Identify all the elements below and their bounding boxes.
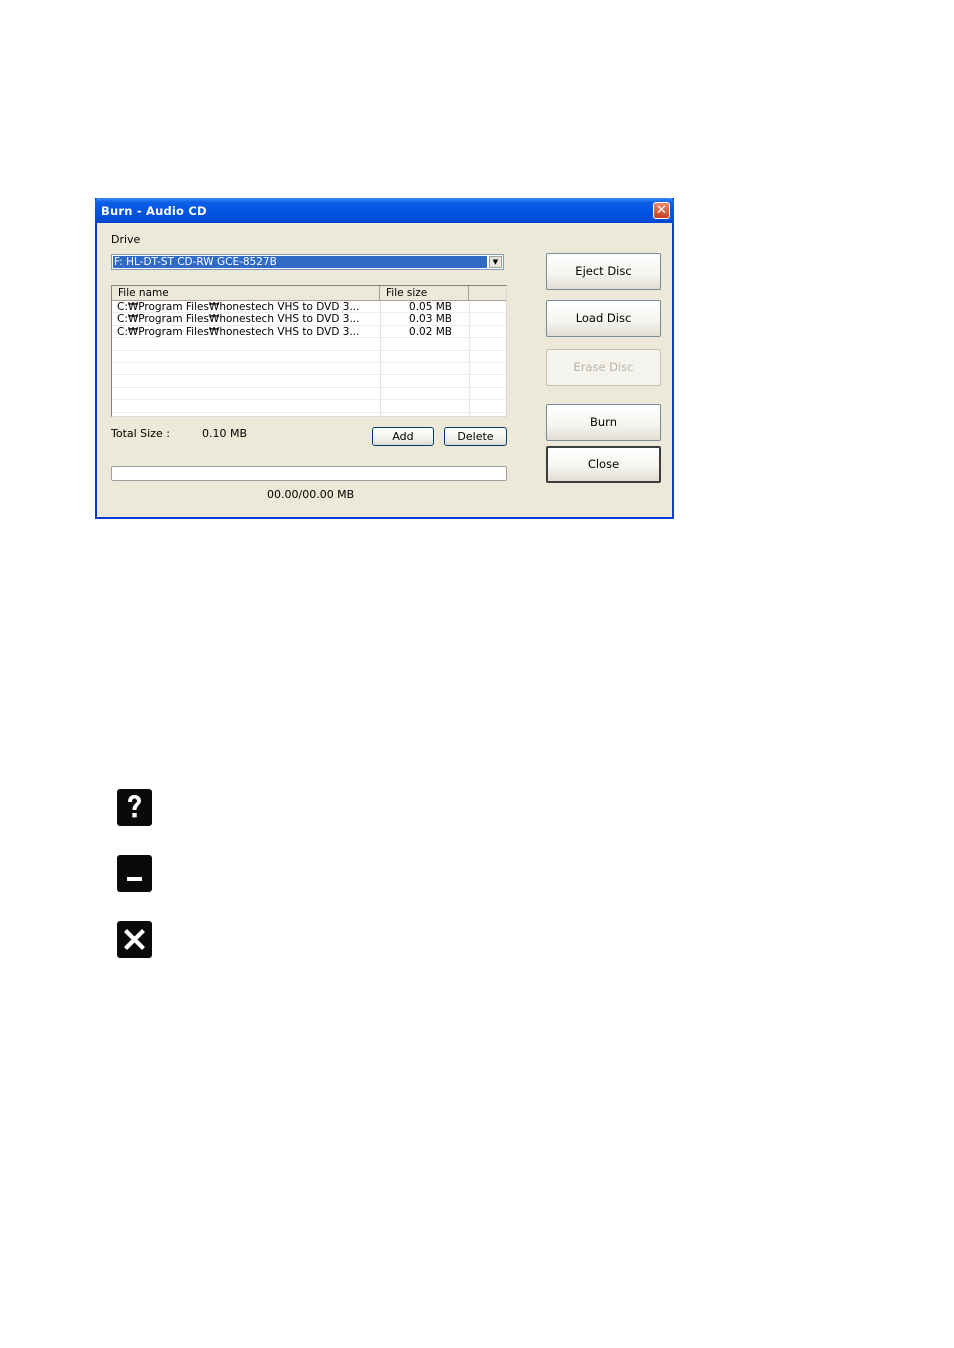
dialog-title: Burn - Audio CD xyxy=(101,204,207,218)
column-header-file-size[interactable]: File size xyxy=(380,286,469,300)
column-header-file-name[interactable]: File name xyxy=(112,286,380,300)
help-icon xyxy=(117,789,152,826)
empty-row xyxy=(112,388,506,401)
total-size-value: 0.10 MB xyxy=(202,427,248,440)
burn-button[interactable]: Burn xyxy=(546,404,661,441)
delete-button[interactable]: Delete xyxy=(444,427,507,446)
title-close-button[interactable]: ✕ xyxy=(653,202,670,219)
drive-select[interactable]: F: HL-DT-ST CD-RW GCE-8527B ▼ xyxy=(111,254,504,270)
file-size-cell: 0.03 MB xyxy=(409,313,452,326)
file-list-header: File name File size xyxy=(112,286,506,301)
empty-row xyxy=(112,351,506,363)
empty-row xyxy=(112,363,506,376)
file-list[interactable]: File name File size C:₩Program Files₩hon… xyxy=(111,285,507,417)
eject-disc-button[interactable]: Eject Disc xyxy=(546,253,661,290)
close-button[interactable]: Close xyxy=(546,446,661,483)
drive-label: Drive xyxy=(111,233,141,246)
file-name-cell: C:₩Program Files₩honestech VHS to DVD 3.… xyxy=(117,313,360,326)
chevron-down-icon[interactable]: ▼ xyxy=(489,256,502,268)
table-row[interactable]: C:₩Program Files₩honestech VHS to DVD 3.… xyxy=(112,301,506,314)
file-size-cell: 0.02 MB xyxy=(409,325,452,338)
file-name-cell: C:₩Program Files₩honestech VHS to DVD 3.… xyxy=(117,301,360,313)
add-button[interactable]: Add xyxy=(372,427,434,446)
burn-dialog: Burn - Audio CD ✕ Drive F: HL-DT-ST CD-R… xyxy=(95,198,674,519)
table-row[interactable]: C:₩Program Files₩honestech VHS to DVD 3.… xyxy=(112,325,506,339)
total-size-label: Total Size : xyxy=(111,427,170,440)
erase-disc-button[interactable]: Erase Disc xyxy=(546,349,661,386)
load-disc-button[interactable]: Load Disc xyxy=(546,300,661,337)
file-name-cell: C:₩Program Files₩honestech VHS to DVD 3.… xyxy=(117,325,360,338)
empty-row xyxy=(112,400,506,413)
drive-select-value: F: HL-DT-ST CD-RW GCE-8527B xyxy=(113,256,487,268)
burn-progress-bar xyxy=(111,466,507,481)
file-list-rows: C:₩Program Files₩honestech VHS to DVD 3.… xyxy=(112,301,506,413)
minimize-icon xyxy=(117,855,152,892)
file-size-cell: 0.05 MB xyxy=(409,301,452,313)
title-bar[interactable]: Burn - Audio CD ✕ xyxy=(95,198,674,223)
close-icon xyxy=(117,921,152,958)
empty-row xyxy=(112,338,506,351)
empty-row xyxy=(112,375,506,388)
progress-text: 00.00/00.00 MB xyxy=(267,488,355,501)
table-row[interactable]: C:₩Program Files₩honestech VHS to DVD 3.… xyxy=(112,313,506,326)
